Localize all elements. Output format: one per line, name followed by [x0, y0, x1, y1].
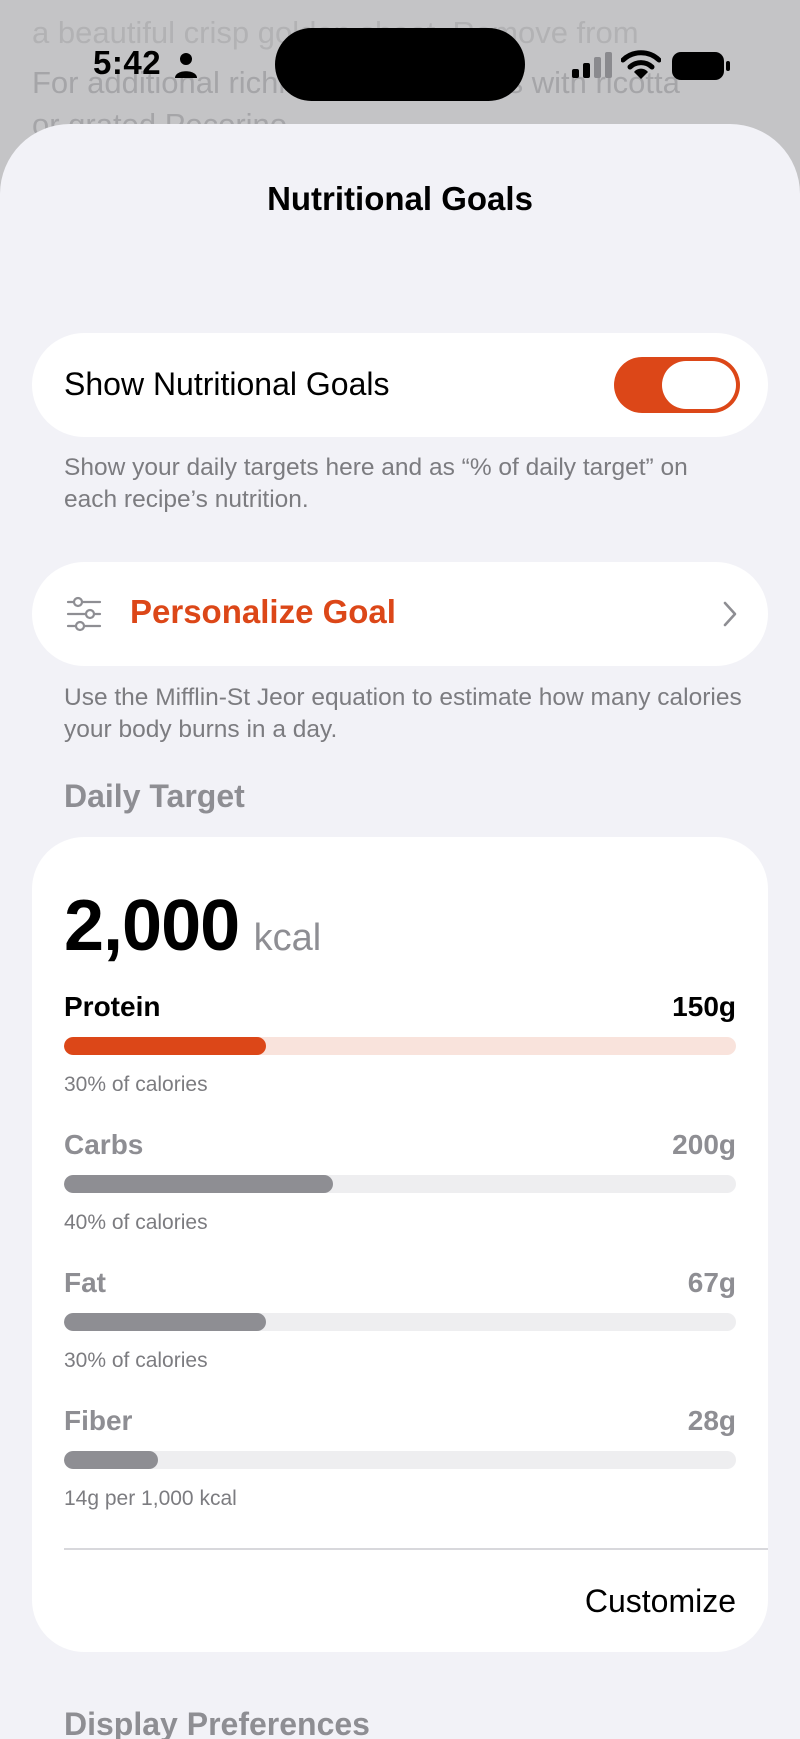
sheet-title: Nutritional Goals	[267, 180, 533, 217]
show-goals-label: Show Nutritional Goals	[64, 366, 390, 402]
macro-subtitle: 30% of calories	[64, 1073, 208, 1096]
macro-name: Fiber	[64, 1405, 133, 1436]
person-icon	[175, 53, 197, 78]
show-goals-footnote: Show your daily targets here and as “% o…	[64, 454, 688, 513]
wifi-icon	[621, 50, 661, 79]
macro-bar-track	[64, 1313, 736, 1331]
personalize-goal-label: Personalize Goal	[130, 593, 396, 630]
personalize-goal-button[interactable]: Personalize Goal	[32, 562, 768, 666]
macro-bar-fill	[64, 1175, 333, 1193]
macro-amount: 67g	[687, 1267, 736, 1298]
personalize-footnote: Use the Mifflin-St Jeor equation to esti…	[64, 684, 742, 743]
display-preferences-header: Display Preferences	[64, 1706, 370, 1739]
macro-amount: 200g	[672, 1129, 736, 1160]
customize-button[interactable]: Customize	[585, 1583, 736, 1620]
macro-name: Carbs	[64, 1129, 144, 1160]
show-goals-toggle[interactable]	[614, 357, 740, 413]
macro-subtitle: 40% of calories	[64, 1211, 208, 1234]
chevron-right-icon	[723, 601, 737, 627]
macro-fat: Fat 67g 30% of calories	[64, 1267, 736, 1377]
macro-protein: Protein 150g 30% of calories	[64, 991, 736, 1101]
dynamic-island	[275, 28, 525, 101]
daily-target-header: Daily Target	[64, 778, 245, 814]
battery-icon	[672, 52, 730, 80]
sliders-icon	[66, 596, 102, 632]
macro-bar-track	[64, 1037, 736, 1055]
macro-bar-track	[64, 1451, 736, 1469]
macro-subtitle: 30% of calories	[64, 1349, 208, 1372]
cellular-signal-icon	[572, 52, 612, 78]
macro-name: Fat	[64, 1267, 106, 1298]
macro-amount: 28g	[687, 1405, 736, 1436]
daily-target-card: 2,000 kcal Protein 150g 30% of calories …	[32, 837, 768, 1652]
calorie-target: 2,000 kcal	[64, 885, 321, 967]
show-goals-row: Show Nutritional Goals	[32, 333, 768, 437]
calorie-unit: kcal	[253, 917, 322, 959]
macro-subtitle: 14g per 1,000 kcal	[64, 1487, 237, 1510]
toggle-knob	[662, 361, 736, 409]
macro-fiber: Fiber 28g 14g per 1,000 kcal	[64, 1405, 736, 1515]
macro-bar-track	[64, 1175, 736, 1193]
calorie-value: 2,000	[64, 886, 240, 966]
status-time: 5:42	[93, 44, 162, 81]
macro-amount: 150g	[672, 991, 736, 1022]
divider	[64, 1548, 768, 1550]
macro-bar-fill	[64, 1451, 159, 1469]
macro-bar-fill	[64, 1037, 266, 1055]
macro-carbs: Carbs 200g 40% of calories	[64, 1129, 736, 1239]
macro-bar-fill	[64, 1313, 266, 1331]
macro-name: Protein	[64, 991, 161, 1022]
